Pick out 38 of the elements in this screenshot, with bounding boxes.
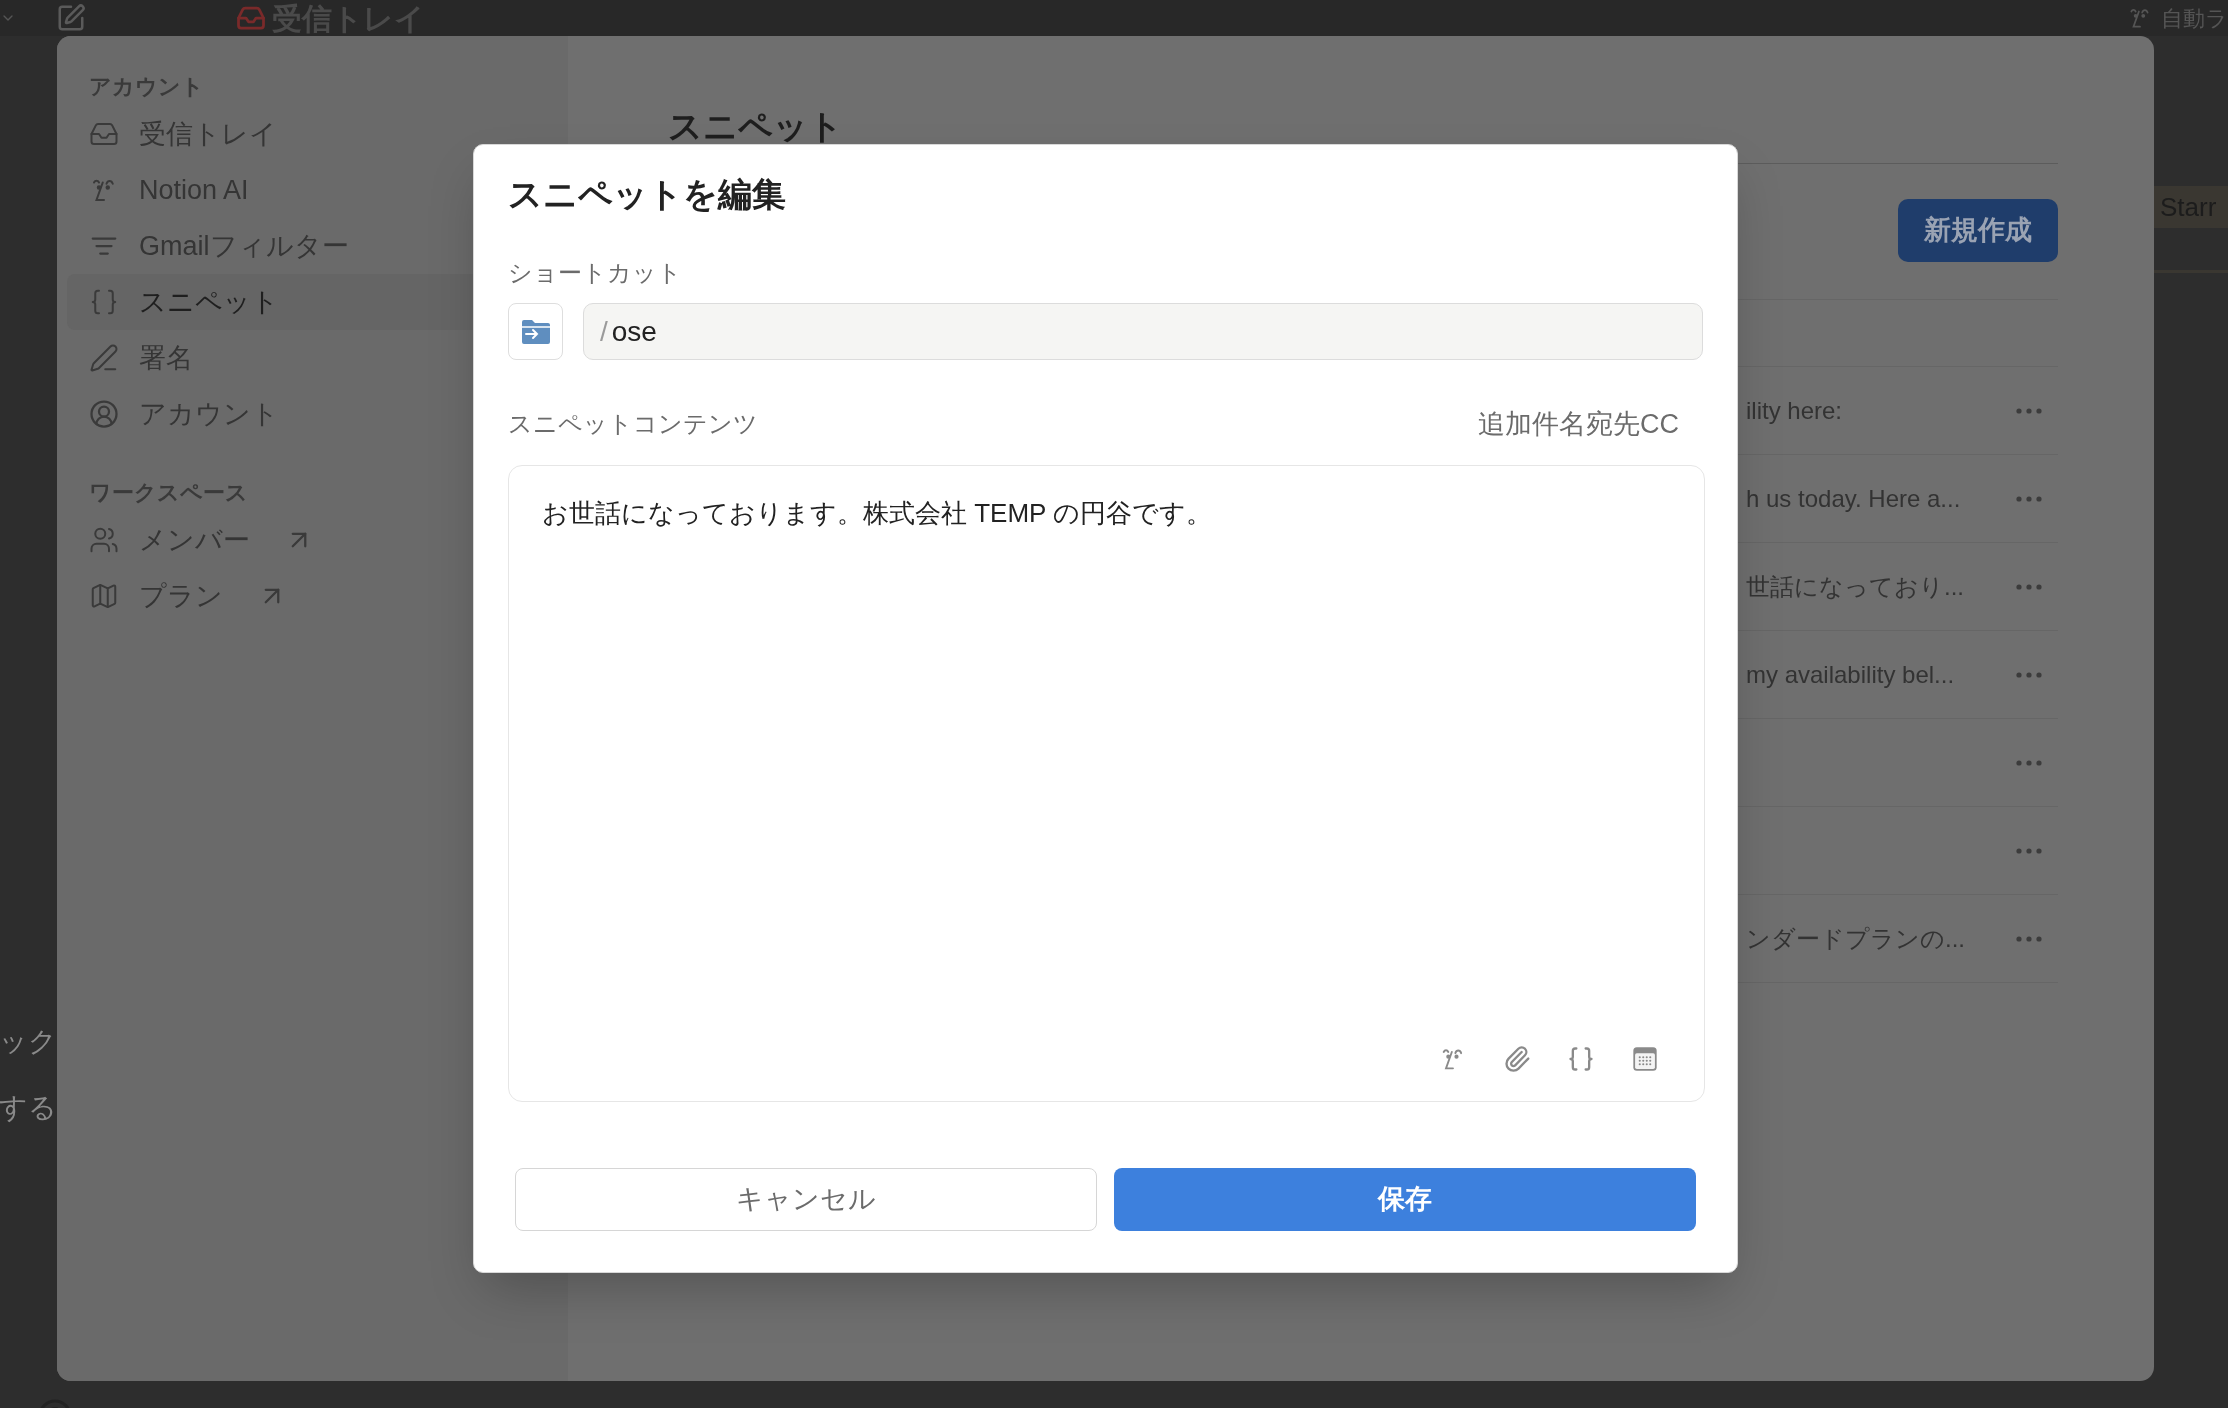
- snippet-preview: 世話になっており...: [1746, 571, 1964, 602]
- people-icon: [89, 525, 119, 555]
- more-icon[interactable]: [2016, 847, 2042, 854]
- snippet-preview: my availability bel...: [1746, 659, 1955, 690]
- map-icon: [89, 581, 119, 611]
- new-button[interactable]: 新規作成: [1898, 199, 2058, 262]
- cancel-button[interactable]: キャンセル: [515, 1167, 1097, 1231]
- more-icon[interactable]: [2016, 407, 2042, 414]
- folder-button[interactable]: [508, 303, 563, 360]
- braces-icon[interactable]: [1567, 1044, 1595, 1073]
- dialog-title: スニペットを編集: [508, 173, 787, 215]
- user-icon: [89, 399, 119, 429]
- slash-prefix: /: [600, 314, 608, 349]
- save-button[interactable]: 保存: [1114, 1167, 1696, 1231]
- extra-fields-link[interactable]: 追加件名宛先CC: [1478, 404, 1679, 445]
- sidebar-text: する: [0, 1091, 57, 1125]
- shortcut-field[interactable]: /ose: [583, 303, 1703, 360]
- folder-arrow-icon: [520, 318, 551, 345]
- pen-icon: [89, 343, 119, 373]
- more-icon[interactable]: [2016, 671, 2042, 678]
- content-editor[interactable]: お世話になっております。株式会社 TEMP の円谷です。: [508, 464, 1705, 1102]
- paperclip-icon[interactable]: [1503, 1044, 1531, 1073]
- braces-icon: [89, 287, 119, 317]
- field-label: スニペットコンテンツ: [508, 409, 758, 440]
- compose-icon[interactable]: [56, 3, 86, 33]
- snippet-preview: h us today. Here a...: [1746, 483, 1961, 514]
- more-icon[interactable]: [2016, 583, 2042, 590]
- more-icon[interactable]: [2016, 495, 2042, 502]
- sidebar-text: ック: [0, 1025, 57, 1059]
- sidebar-label: スニペット: [139, 285, 279, 319]
- snippet-preview: ンダードプランの...: [1746, 923, 1965, 954]
- shortcut-value: ose: [611, 314, 657, 349]
- snippet-preview: ility here:: [1746, 395, 1843, 426]
- more-icon[interactable]: [2016, 759, 2042, 766]
- more-icon[interactable]: [2016, 935, 2042, 942]
- snippet-content: お世話になっております。株式会社 TEMP の円谷です。: [542, 496, 1214, 530]
- page-heading: スニペット: [668, 106, 844, 147]
- calendar-icon[interactable]: [1631, 1044, 1659, 1073]
